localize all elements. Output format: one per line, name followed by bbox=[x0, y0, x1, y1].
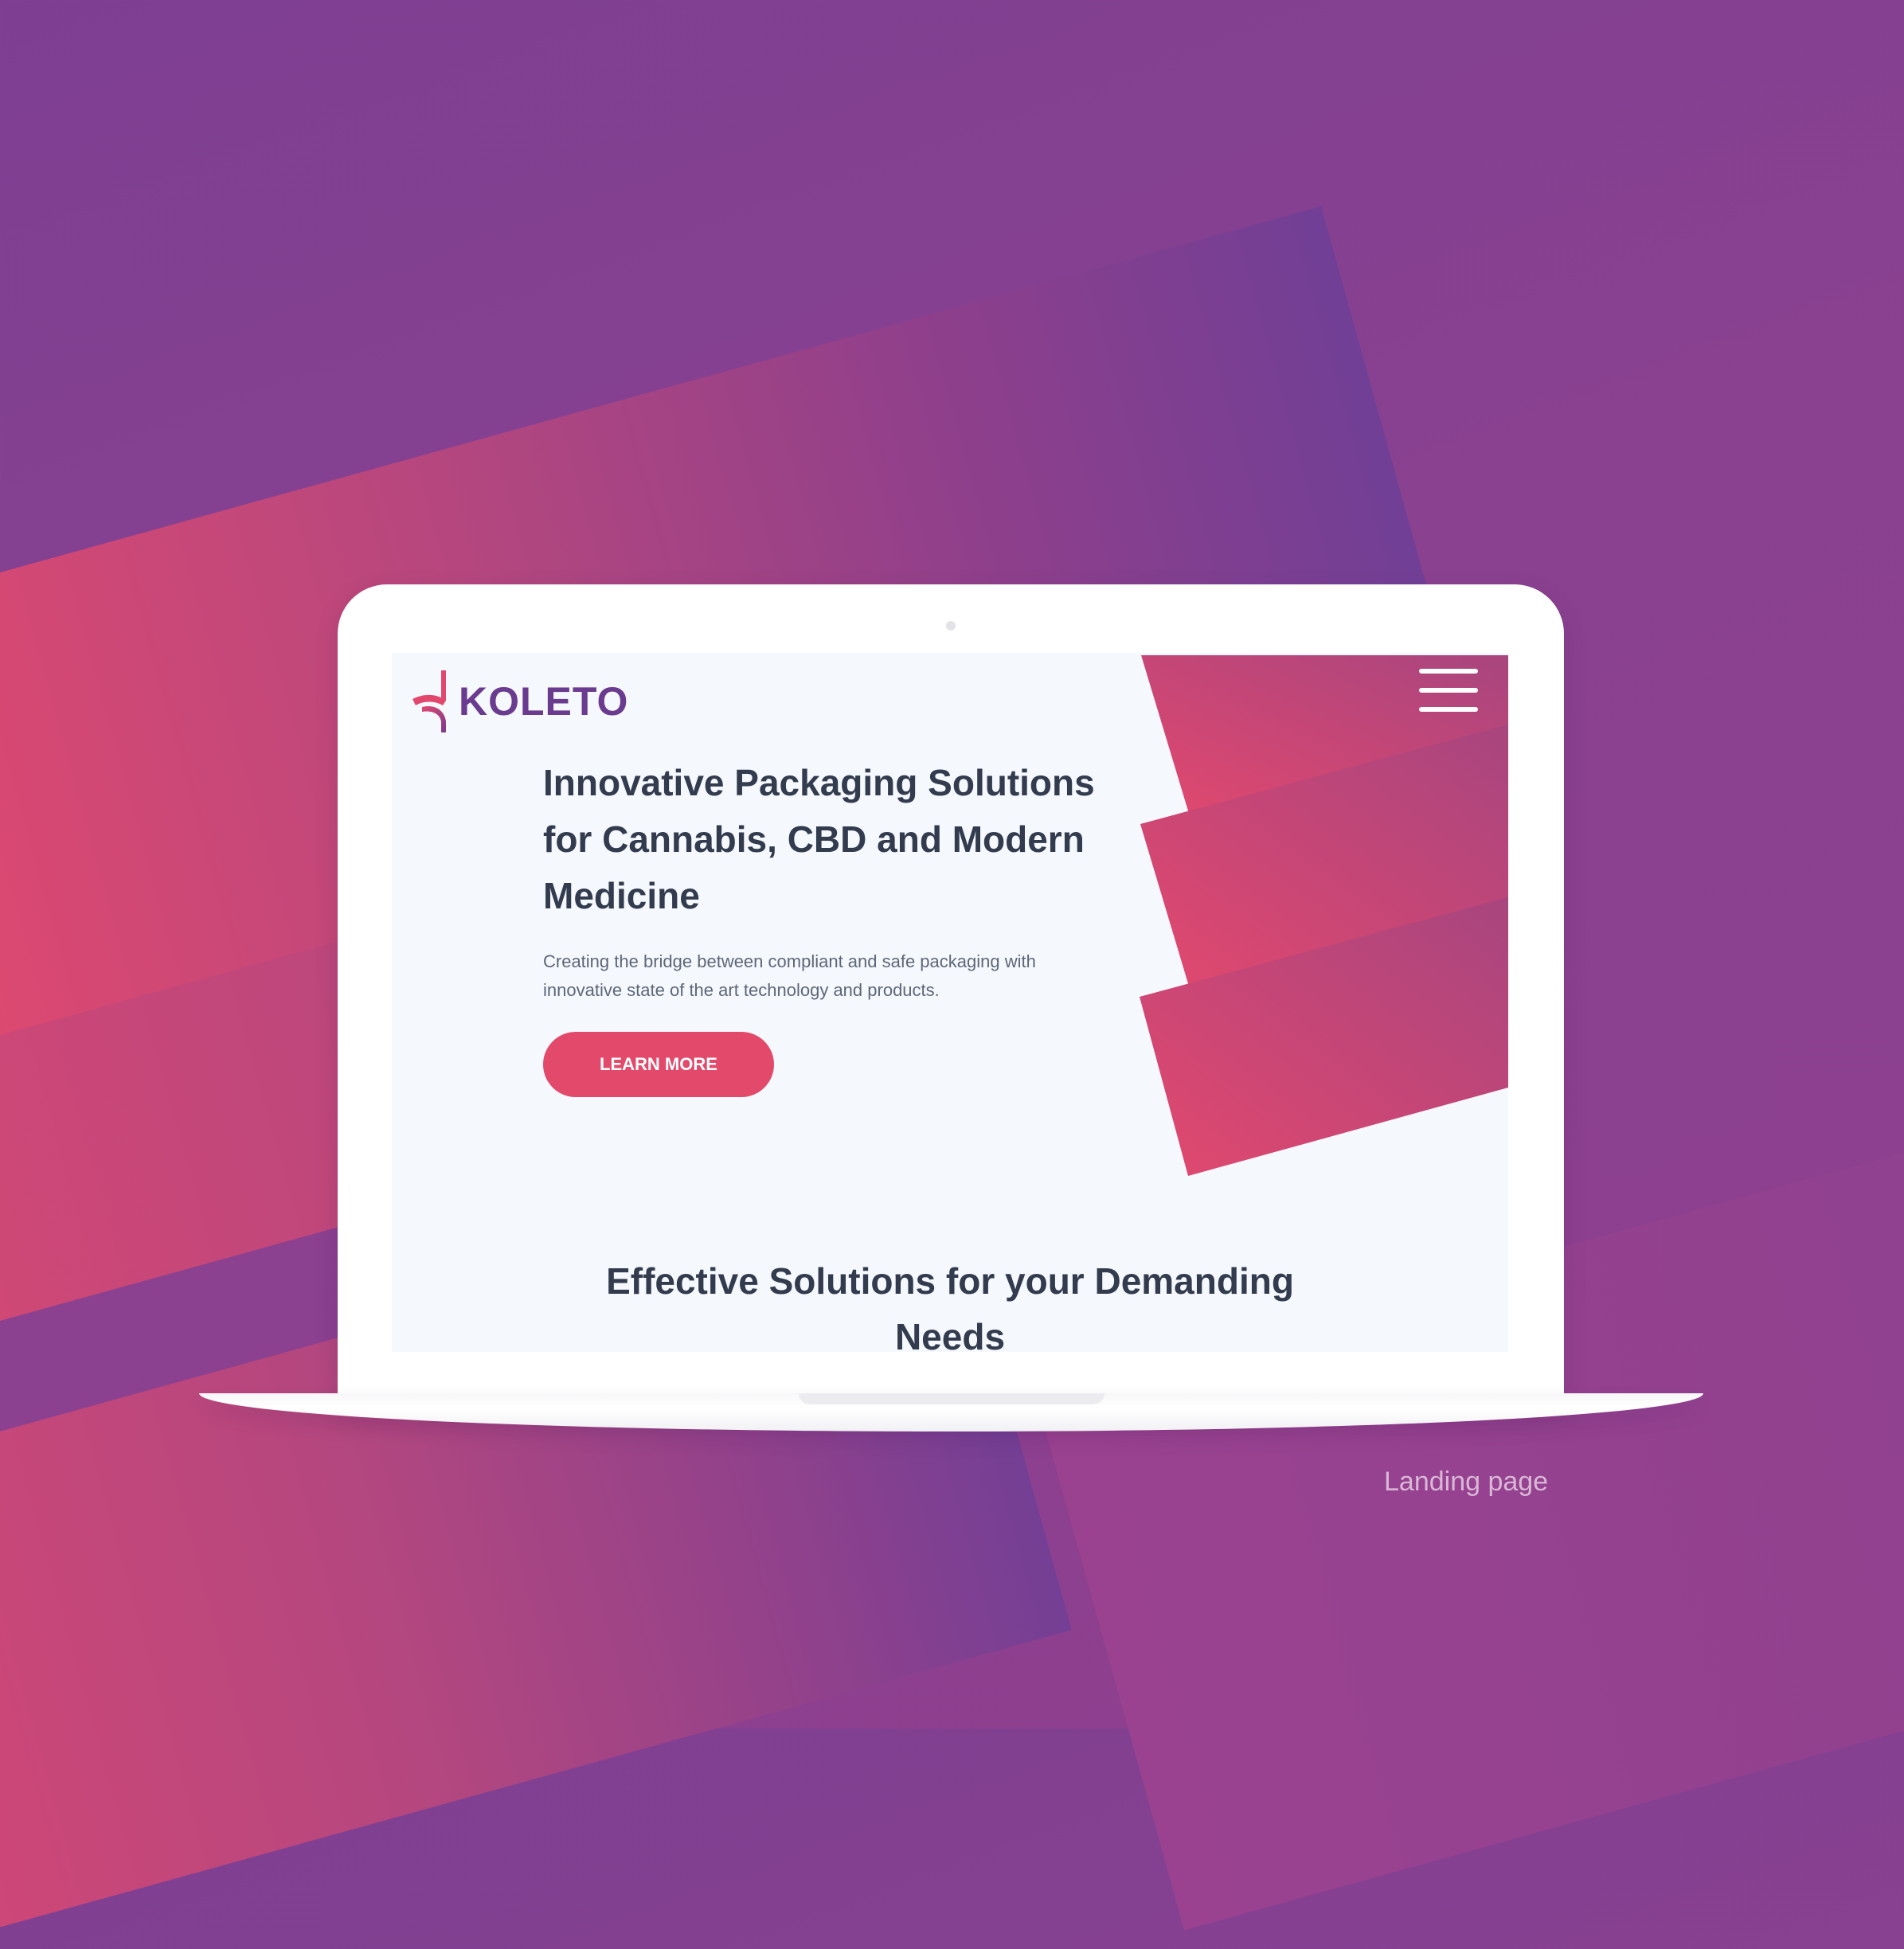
laptop-screen: KOLETO Innovative Packaging Solutions fo… bbox=[392, 653, 1508, 1352]
brand-name: KOLETO bbox=[459, 679, 629, 724]
mockup-caption: Landing page bbox=[1384, 1467, 1549, 1497]
hero-shape-bottom bbox=[1140, 897, 1508, 1176]
brand-logo[interactable]: KOLETO bbox=[411, 669, 628, 734]
koleto-logo-icon bbox=[412, 670, 446, 732]
section-title: Effective Solutions for your Demanding N… bbox=[606, 1260, 1294, 1352]
learn-more-button[interactable]: LEARN MORE bbox=[543, 1032, 774, 1097]
hero-shape-middle bbox=[1140, 725, 1508, 989]
hamburger-menu-icon[interactable] bbox=[1419, 669, 1481, 712]
laptop-camera bbox=[946, 621, 956, 631]
laptop-base-notch bbox=[799, 1393, 1104, 1404]
hero-subtitle: Creating the bridge between compliant an… bbox=[543, 951, 1036, 1000]
hero-title: Innovative Packaging Solutions for Canna… bbox=[543, 762, 1095, 916]
